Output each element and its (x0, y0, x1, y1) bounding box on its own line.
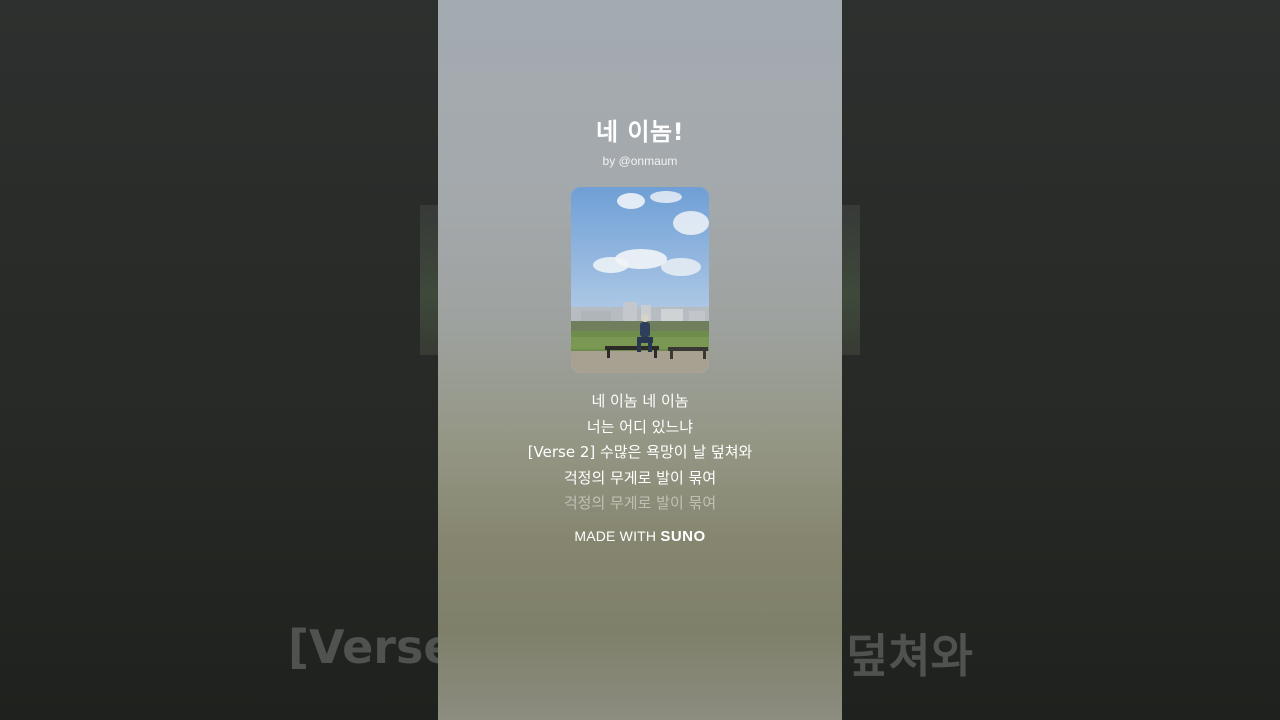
lyric-line: [Verse 2] 수많은 욕망이 날 덮쳐와 (527, 443, 753, 461)
lyrics-list: 네 이놈 네 이놈 너는 어디 있느냐 [Verse 2] 수많은 욕망이 날 … (438, 389, 842, 517)
song-card: 네 이놈! by @onmaum 네 이놈 네 이놈 너는 어디 있느냐 [Ve… (438, 0, 842, 720)
lyric-line-fading: 걱정의 무게로 발이 묶여 (563, 494, 717, 512)
made-with-suno-credit: MADE WITH SUNO (438, 528, 842, 545)
blurred-backdrop-left (0, 0, 438, 720)
cover-art-image (571, 187, 709, 373)
lyric-line: 네 이놈 네 이놈 (591, 392, 689, 410)
blurred-lyric-left: [Verse (288, 620, 455, 674)
blurred-cover-edge (842, 205, 860, 355)
lyric-line: 걱정의 무게로 발이 묶여 (563, 468, 717, 487)
video-frame: [Verse 덮쳐와 네 이놈! by @onmaum 네 이놈 네 이놈 너는… (0, 0, 1280, 720)
cover-art (571, 187, 709, 373)
made-with-label: MADE WITH (574, 528, 657, 544)
song-title: 네 이놈! (595, 118, 685, 146)
blurred-backdrop-right (842, 0, 1280, 720)
blurred-lyric-right: 덮쳐와 (846, 629, 973, 683)
suno-brand: SUNO (660, 528, 706, 545)
artist-byline: by @onmaum (602, 154, 678, 168)
blurred-cover-edge (420, 205, 438, 355)
lyric-line: 너는 어디 있느냐 (586, 417, 694, 436)
